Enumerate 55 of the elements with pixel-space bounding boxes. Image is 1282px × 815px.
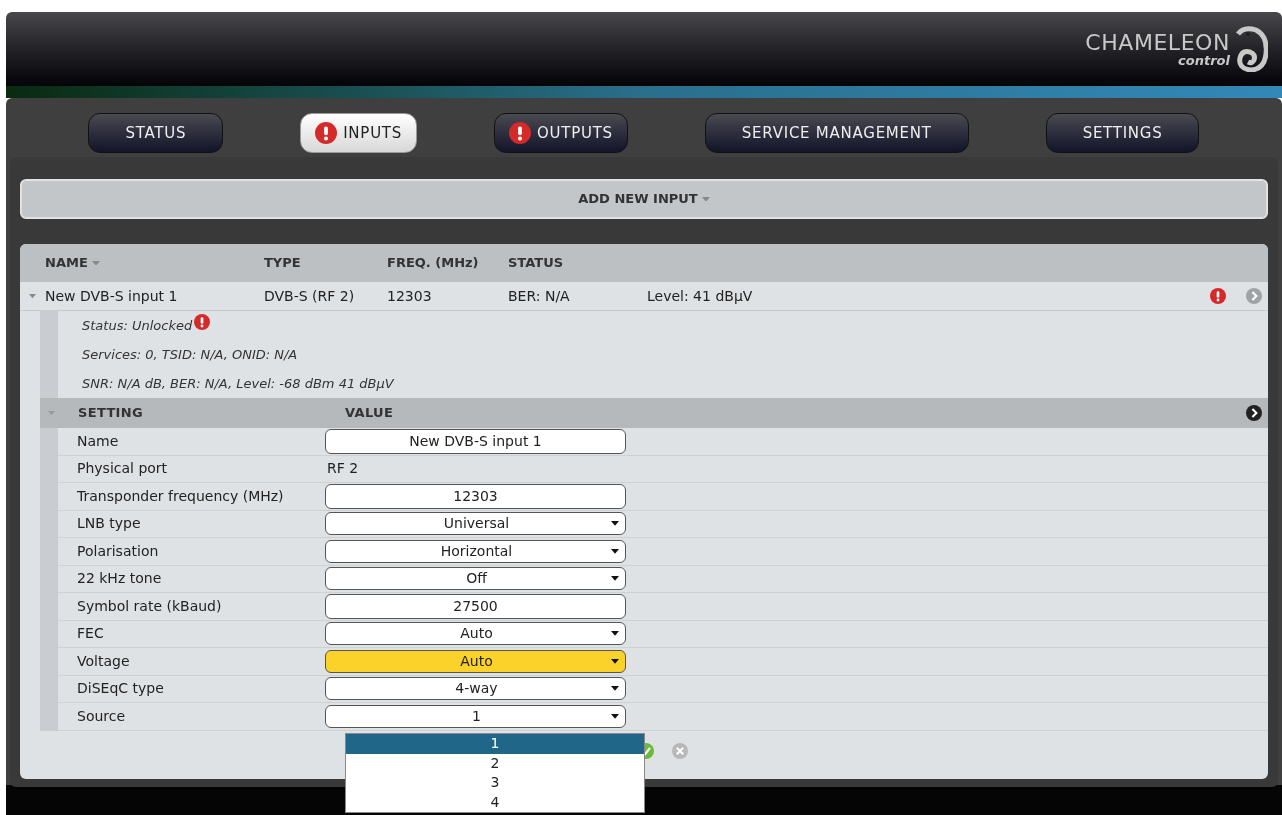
dropdown[interactable]: Off	[325, 567, 626, 591]
nav-tab[interactable]: SETTINGS	[1045, 113, 1200, 153]
add-input-button[interactable]: ADD NEW INPUT	[20, 179, 1268, 219]
caret-icon	[91, 260, 100, 266]
setting-label: Polarisation	[76, 541, 160, 561]
setting-label: 22 kHz tone	[76, 569, 163, 589]
alert-icon	[509, 122, 531, 144]
setting-value: RF 2	[326, 459, 360, 479]
setting-label: Physical port	[76, 459, 169, 479]
setting-label: DiSEqC type	[76, 679, 165, 699]
caret-icon	[611, 548, 619, 554]
setting-label: Voltage	[76, 651, 131, 671]
column-header[interactable]: NAME	[45, 253, 88, 273]
text-field[interactable]: New DVB-S input 1	[325, 428, 626, 454]
dropdown[interactable]: 1	[325, 704, 626, 728]
dropdown[interactable]: 4-way	[325, 677, 626, 701]
nav-tab[interactable]: INPUTS	[300, 113, 418, 153]
dropdown-option[interactable]: 1	[346, 734, 644, 754]
column-header: TYPE	[264, 254, 301, 273]
caret-icon	[611, 521, 619, 527]
logo-wordmark: CHAMELEON	[1085, 31, 1230, 54]
logo-subtitle: control	[1178, 53, 1230, 67]
cancel-icon[interactable]	[672, 742, 688, 759]
text-field[interactable]: 12303	[325, 483, 626, 509]
dropdown[interactable]: Universal	[325, 512, 626, 536]
nav-tab[interactable]: OUTPUTS	[494, 113, 628, 153]
column-header: VALUE	[345, 404, 395, 423]
setting-label: Symbol rate (kBaud)	[76, 596, 223, 616]
dropdown[interactable]: Horizontal	[325, 539, 626, 563]
column-header: STATUS	[508, 254, 564, 273]
caret-icon	[611, 576, 619, 582]
chameleon-logo-icon	[1234, 26, 1268, 72]
next-icon[interactable]	[1246, 405, 1262, 421]
alert-icon	[315, 122, 338, 144]
caret-icon	[611, 658, 619, 664]
dropdown[interactable]: Auto	[325, 622, 626, 646]
detail-text: Status: Unlocked	[82, 316, 193, 335]
detail-text: Services: 0, TSID: N/A, ONID: N/A	[82, 345, 298, 364]
caret-icon	[701, 196, 710, 202]
column-header: SETTING	[78, 404, 144, 423]
setting-label: Transponder frequency (MHz)	[76, 486, 285, 506]
caret-icon	[611, 713, 619, 719]
setting-label: LNB type	[76, 514, 142, 534]
setting-label: Name	[76, 431, 120, 451]
caret-icon	[611, 686, 619, 692]
setting-label: Source	[76, 706, 127, 726]
detail-text: SNR: N/A dB, BER: N/A, Level: -68 dBm 41 dBµV	[82, 374, 394, 393]
row-details-icon[interactable]	[1246, 288, 1262, 304]
nav-tab[interactable]: STATUS	[88, 113, 224, 153]
caret-icon	[611, 631, 619, 637]
nav-tab[interactable]: SERVICE MANAGEMENT	[704, 113, 969, 153]
dropdown[interactable]: Auto	[325, 649, 626, 673]
column-header: FREQ. (MHz)	[387, 254, 479, 273]
setting-label: FEC	[76, 624, 105, 644]
text-field[interactable]: 27500	[325, 593, 626, 619]
